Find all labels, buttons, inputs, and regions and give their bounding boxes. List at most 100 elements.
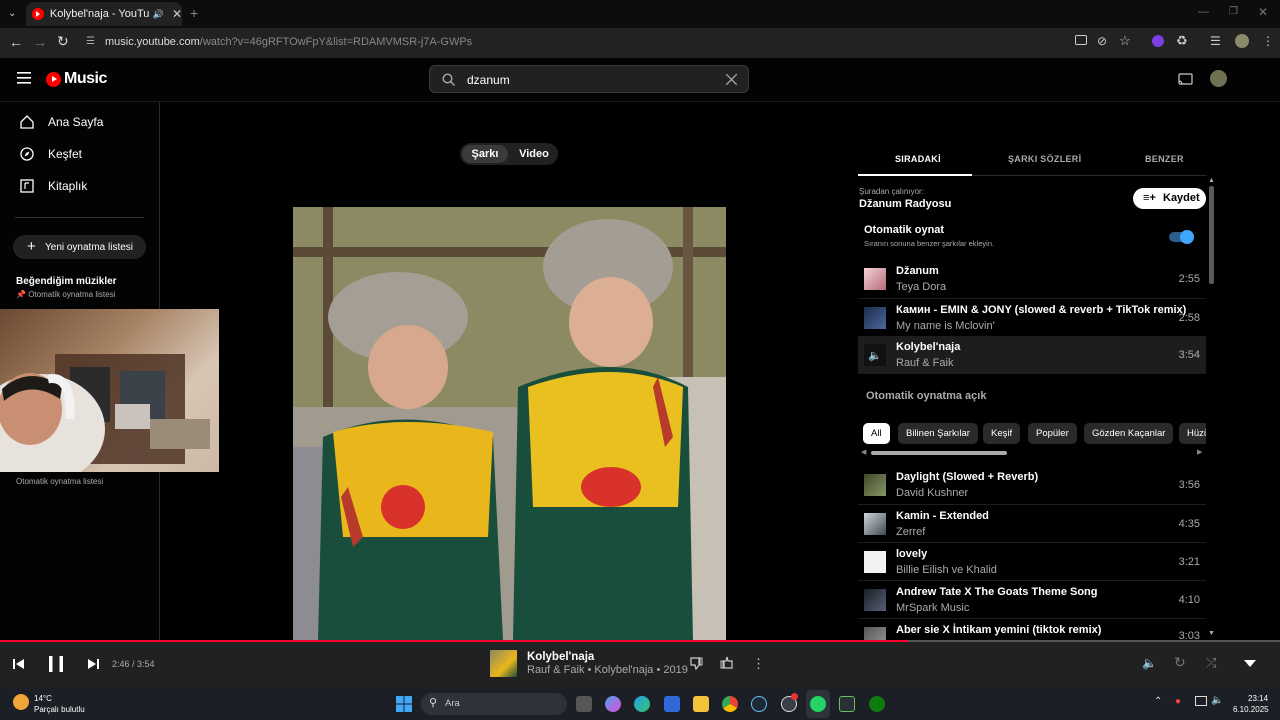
forward-icon[interactable]: →: [33, 34, 47, 50]
steam-icon[interactable]: [751, 696, 767, 712]
search-icon: [442, 73, 455, 86]
whatsapp-icon[interactable]: [810, 696, 826, 712]
tab-related[interactable]: BENZER: [1145, 154, 1184, 164]
tab-lyrics[interactable]: ŞARKI SÖZLERİ: [1008, 154, 1081, 164]
close-tab-icon[interactable]: ✕: [172, 7, 182, 21]
autoplay-title: Daylight (Slowed + Reverb): [896, 471, 1039, 483]
display-icon[interactable]: [1195, 696, 1207, 706]
minimize-icon[interactable]: —: [1198, 6, 1209, 18]
autoplay-item[interactable]: Kamin - Extended Zerref 4:35: [858, 504, 1206, 542]
extension-purple-icon[interactable]: [1152, 35, 1164, 47]
chip-popular[interactable]: Popüler: [1028, 423, 1077, 444]
file-explorer-icon[interactable]: [693, 696, 709, 712]
taskbar-search-icon: ⚲: [429, 697, 438, 709]
liked-music-item[interactable]: Beğendiğim müzikler 📌 Otomatik oynatma l…: [16, 276, 117, 299]
site-info-icon[interactable]: ☰: [86, 36, 95, 47]
search-box[interactable]: dzanum: [429, 65, 749, 93]
autoplay-item[interactable]: Andrew Tate X The Goats Theme Song MrSpa…: [858, 580, 1206, 618]
media-controls-icon[interactable]: ☰: [1210, 34, 1221, 48]
autoplay-switch[interactable]: [1169, 230, 1194, 244]
scroll-down-icon[interactable]: ▼: [1208, 630, 1215, 637]
bookmark-star-icon[interactable]: ☆: [1119, 33, 1131, 49]
youtube-music-logo[interactable]: Music: [46, 70, 107, 88]
song-toggle-button[interactable]: Şarkı: [462, 145, 508, 163]
next-icon[interactable]: [88, 659, 99, 669]
chip-familiar[interactable]: Bilinen Şarkılar: [898, 423, 978, 444]
clear-search-icon[interactable]: [726, 74, 737, 85]
extensions-puzzle-icon[interactable]: ♻: [1176, 33, 1188, 49]
autoplay-on-label: Otomatik oynatma açık: [866, 390, 987, 402]
shuffle-icon[interactable]: ⤮: [1206, 655, 1216, 671]
dislike-icon[interactable]: [690, 657, 703, 670]
url-host: music.youtube.com: [105, 36, 200, 48]
scroll-up-icon[interactable]: ▲: [1208, 177, 1215, 184]
copilot-icon[interactable]: [605, 696, 621, 712]
chip-mood[interactable]: Hüzü: [1179, 423, 1206, 444]
queue-duration: 3:54: [1178, 349, 1200, 361]
queue-item[interactable]: Камин - EMIN & JONY (slowed & reverb + T…: [858, 298, 1206, 336]
scroll-right-icon[interactable]: ▶: [1197, 448, 1202, 456]
new-playlist-button[interactable]: + Yeni oynatma listesi: [13, 235, 146, 259]
save-button[interactable]: ≡+ Kaydet: [1133, 188, 1206, 209]
speaker-tray-icon[interactable]: 🔈: [1211, 695, 1223, 706]
scroll-left-icon[interactable]: ◀: [861, 448, 866, 456]
browser-menu-icon[interactable]: ⋮: [1262, 34, 1274, 48]
queue-item[interactable]: Džanum Teya Dora 2:55: [858, 260, 1206, 298]
search-input[interactable]: dzanum: [467, 73, 510, 87]
account-avatar[interactable]: [1210, 70, 1227, 87]
tab-list-chevron-icon[interactable]: ⌄: [8, 8, 16, 19]
game-bar-icon[interactable]: [839, 696, 855, 712]
weather-icon[interactable]: [13, 694, 29, 710]
hide-eye-icon[interactable]: ⊘: [1097, 34, 1107, 48]
windows-start-icon[interactable]: [396, 696, 412, 712]
speaker-icon[interactable]: 🔊: [153, 9, 164, 20]
sidebar-item-library[interactable]: Kitaplık: [0, 170, 159, 202]
cast-icon[interactable]: [1178, 73, 1193, 85]
video-toggle-button[interactable]: Video: [512, 145, 556, 163]
tab-title: Kolybel'naja - YouTube Music: [49, 8, 149, 20]
previous-icon[interactable]: [13, 659, 24, 669]
webcam-overlay: [0, 309, 219, 472]
now-playing-thumbnail[interactable]: [490, 650, 517, 677]
volume-icon[interactable]: 🔈: [1142, 656, 1157, 670]
store-icon[interactable]: [664, 696, 680, 712]
progress-bar[interactable]: [0, 640, 1280, 642]
chip-discover[interactable]: Keşif: [983, 423, 1021, 444]
chrome-icon[interactable]: [722, 696, 738, 712]
restore-icon[interactable]: ❐: [1229, 6, 1238, 17]
queue-item-now-playing[interactable]: 🔈 Kolybel'naja Rauf & Faik 3:54: [858, 336, 1206, 374]
more-options-icon[interactable]: ⋮: [752, 656, 765, 672]
chips-scrollbar[interactable]: [871, 451, 1007, 455]
tab-up-next[interactable]: SIRADAKİ: [895, 154, 941, 164]
chip-all[interactable]: All: [863, 423, 890, 444]
taskbar-search[interactable]: ⚲ Ara: [421, 693, 567, 715]
sidebar-item-home[interactable]: Ana Sayfa: [0, 106, 159, 138]
address-bar[interactable]: music.youtube.com/watch?v=46gRFTOwFpY&li…: [105, 36, 472, 48]
new-tab-icon[interactable]: +: [190, 5, 198, 21]
task-view-icon[interactable]: [576, 696, 592, 712]
microphone-icon[interactable]: ●: [1175, 696, 1181, 707]
install-app-icon[interactable]: [1075, 35, 1087, 45]
autoplay-item[interactable]: lovely Billie Eilish ve Khalid 3:21: [858, 542, 1206, 580]
queue-artist: Rauf & Faik: [896, 357, 954, 369]
autoplay-item[interactable]: Aber sie X İntikam yemini (tiktok remix)…: [858, 619, 1206, 640]
profile-avatar[interactable]: [1235, 34, 1249, 48]
repeat-icon[interactable]: ↻: [1174, 654, 1186, 671]
back-icon[interactable]: ←: [9, 34, 23, 50]
reload-icon[interactable]: ↻: [57, 33, 69, 50]
xbox-icon[interactable]: [869, 696, 885, 712]
liked-music-sub: 📌 Otomatik oynatma listesi: [16, 290, 117, 299]
browser-tab[interactable]: Kolybel'naja - YouTube Music 🔊 ✕: [26, 2, 182, 26]
pause-icon[interactable]: [49, 656, 63, 672]
autoplay-item[interactable]: Daylight (Slowed + Reverb) David Kushner…: [858, 466, 1206, 504]
show-hidden-icons[interactable]: ⌃: [1154, 696, 1162, 707]
chip-deep-cuts[interactable]: Gözden Kaçanlar: [1084, 423, 1174, 444]
sidebar-item-explore[interactable]: Keşfet: [0, 138, 159, 170]
now-playing-title[interactable]: Kolybel'naja: [527, 651, 594, 663]
hamburger-menu-icon[interactable]: [17, 72, 31, 84]
panel-scrollbar-thumb[interactable]: [1209, 186, 1214, 284]
like-icon[interactable]: [720, 656, 733, 669]
close-window-icon[interactable]: ✕: [1258, 5, 1268, 19]
expand-player-icon[interactable]: [1244, 660, 1256, 667]
edge-icon[interactable]: [634, 696, 650, 712]
